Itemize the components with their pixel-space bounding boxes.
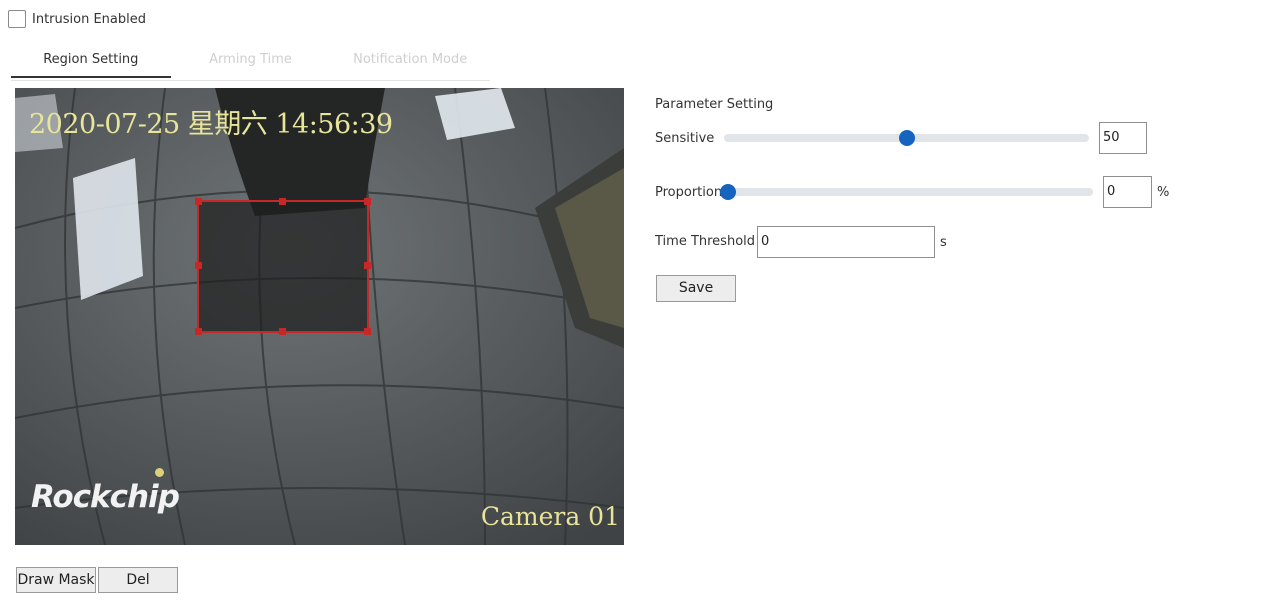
osd-timestamp: 2020-07-25 星期六 14:56:39 — [29, 109, 393, 140]
region-handle-bottom-left[interactable] — [195, 328, 202, 335]
region-handle-bottom[interactable] — [279, 328, 286, 335]
proportion-unit: % — [1157, 185, 1170, 200]
intrusion-enabled-label: Intrusion Enabled — [32, 11, 146, 27]
intrusion-enabled-row[interactable]: Intrusion Enabled — [8, 9, 146, 29]
draw-mask-button[interactable]: Draw Mask — [16, 567, 96, 593]
video-preview[interactable]: 2020-07-25 星期六 14:56:39 Camera 01 Rockch… — [15, 88, 624, 545]
sensitive-input[interactable]: 50 — [1099, 122, 1147, 154]
tab-arming-time[interactable]: Arming Time — [171, 46, 331, 80]
region-handle-left[interactable] — [195, 262, 202, 269]
region-handle-top[interactable] — [279, 198, 286, 205]
delete-button[interactable]: Del — [98, 567, 178, 593]
rockchip-logo: Rockchip — [31, 479, 180, 515]
intrusion-region-box[interactable] — [195, 198, 371, 335]
tab-notification-mode[interactable]: Notification Mode — [330, 46, 490, 80]
time-threshold-label: Time Threshold — [655, 234, 756, 249]
tab-region-setting[interactable]: Region Setting — [11, 46, 171, 78]
sensitive-label: Sensitive — [655, 131, 715, 146]
sensitive-slider-thumb[interactable] — [898, 130, 915, 146]
osd-camera-label: Camera 01 — [480, 502, 620, 531]
region-handle-bottom-right[interactable] — [364, 328, 371, 335]
proportion-input[interactable]: 0 — [1103, 176, 1152, 208]
logo-dot — [155, 468, 164, 477]
region-handle-top-left[interactable] — [195, 198, 202, 205]
intrusion-enabled-checkbox[interactable] — [8, 10, 26, 28]
time-threshold-input[interactable]: 0 — [757, 226, 935, 258]
tab-bar: Region Setting Arming Time Notification … — [11, 46, 490, 81]
proportion-label: Proportion — [655, 185, 723, 200]
save-button[interactable]: Save — [656, 275, 736, 302]
time-threshold-unit: s — [940, 235, 947, 250]
region-handle-top-right[interactable] — [364, 198, 371, 205]
region-handle-right[interactable] — [364, 262, 371, 269]
proportion-slider[interactable] — [728, 188, 1093, 196]
proportion-slider-thumb[interactable] — [720, 184, 736, 200]
parameter-setting-title: Parameter Setting — [655, 97, 774, 112]
